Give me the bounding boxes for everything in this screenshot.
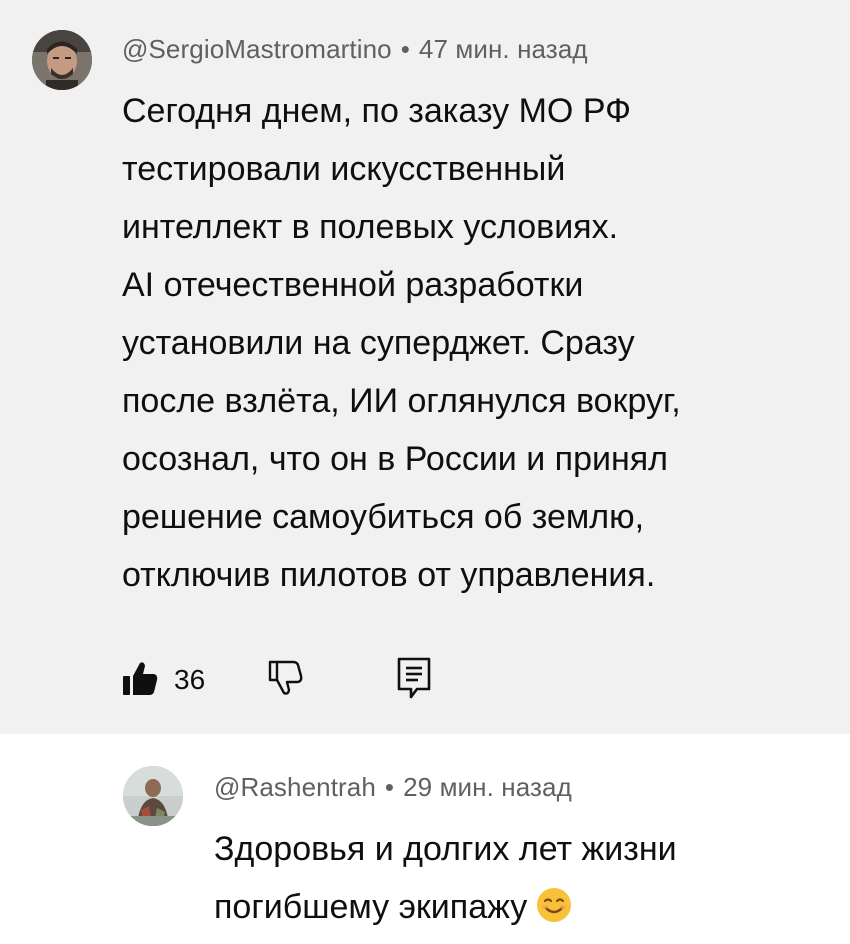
comment-line: после взлёта, ИИ оглянулся вокруг,	[122, 382, 681, 420]
comment-meta: @SergioMastromartino • 47 мин. назад	[122, 34, 588, 65]
comment-time: 47 мин. назад	[418, 34, 588, 64]
reply-text: Здоровья и долгих лет жизни погибшему эк…	[214, 820, 834, 936]
reply-button[interactable]	[396, 656, 432, 700]
reply-author-name[interactable]: @Rashentrah	[214, 772, 376, 802]
comment-line: осознал, что он в России и принял	[122, 440, 669, 478]
like-button[interactable]	[120, 658, 160, 698]
reply-line: Здоровья и долгих лет жизни	[214, 830, 677, 868]
smiling-face-emoji	[537, 888, 572, 922]
reply-line: погибшему экипажу	[214, 888, 528, 926]
comment-text: Сегодня днем, по заказу МО РФ тестировал…	[122, 82, 837, 604]
meta-separator: •	[384, 772, 395, 802]
author-name[interactable]: @SergioMastromartino	[122, 34, 392, 64]
dislike-button[interactable]	[266, 658, 306, 698]
comment-line: Сегодня днем, по заказу МО РФ	[122, 92, 631, 130]
comment-line: установили на суперджет. Сразу	[122, 324, 635, 362]
comment-line: AI отечественной разработки	[122, 266, 584, 304]
meta-separator: •	[400, 34, 410, 64]
comment-line: интеллект в полевых условиях.	[122, 208, 619, 246]
reply-author-avatar[interactable]	[123, 766, 183, 826]
thumb-down-outline-icon	[268, 660, 303, 695]
author-avatar[interactable]	[32, 30, 92, 90]
avatar-image	[123, 766, 183, 826]
comment-line: решение самоубиться об землю,	[122, 498, 645, 536]
reply-time: 29 мин. назад	[403, 772, 572, 802]
reply-line-with-emoji: погибшему экипажу	[214, 878, 834, 936]
thumb-up-filled-icon	[123, 662, 158, 695]
comment-reply-icon	[397, 657, 431, 699]
reply-meta: @Rashentrah • 29 мин. назад	[214, 772, 572, 803]
like-count: 36	[174, 664, 206, 695]
comment-line: отключив пилотов от управления.	[122, 556, 656, 594]
comment-line: тестировали искусственный	[122, 150, 566, 188]
avatar-image	[32, 30, 92, 90]
